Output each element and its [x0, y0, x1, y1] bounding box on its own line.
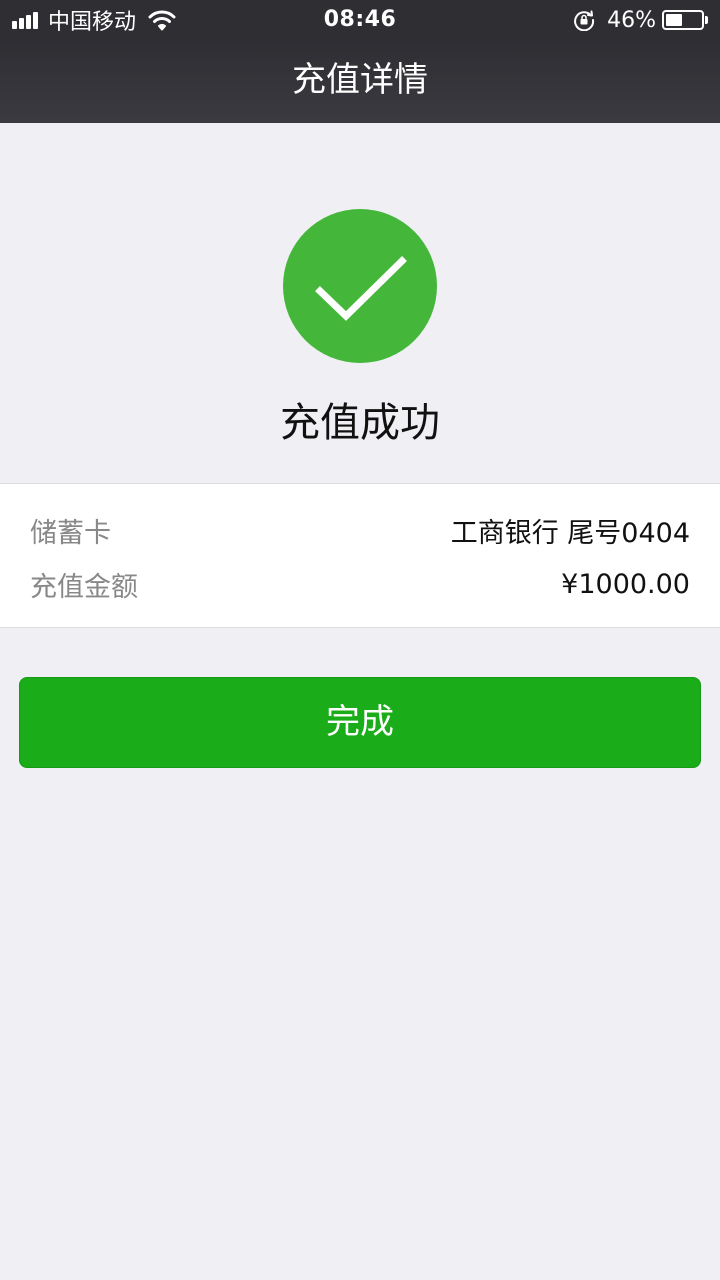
check-circle-icon	[283, 209, 437, 363]
card-label: 储蓄卡	[30, 517, 111, 549]
card-value: 工商银行 尾号0404	[450, 517, 690, 549]
status-bar-right: 46%	[573, 0, 708, 40]
done-button[interactable]: 完成	[19, 677, 701, 768]
status-bar: 中国移动 08:46 46%	[0, 0, 720, 40]
battery-level-fill	[666, 14, 682, 26]
battery-cap	[705, 16, 708, 24]
battery-icon	[662, 10, 704, 30]
success-title: 充值成功	[280, 400, 440, 446]
amount-label: 充值金额	[30, 571, 138, 603]
nav-bar: 充值详情	[0, 40, 720, 123]
battery-percent: 46%	[607, 7, 656, 33]
rotation-lock-icon	[574, 10, 595, 31]
amount-value: ¥1000.00	[561, 568, 690, 600]
detail-row-card: 储蓄卡 工商银行 尾号0404	[30, 510, 690, 550]
recharge-details-panel: 储蓄卡 工商银行 尾号0404 充值金额 ¥1000.00	[0, 483, 720, 628]
detail-row-amount: 充值金额 ¥1000.00	[30, 564, 690, 604]
page-title: 充值详情	[292, 60, 428, 100]
